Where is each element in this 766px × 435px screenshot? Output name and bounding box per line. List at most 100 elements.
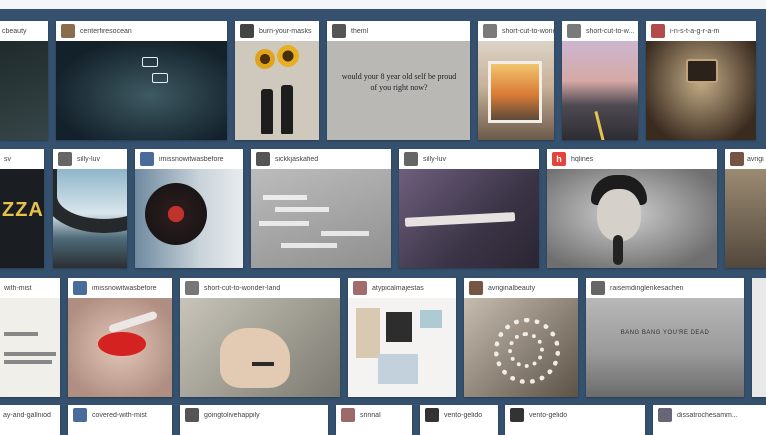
user-avatar[interactable]: [567, 24, 581, 38]
post-card[interactable]: silly-luv: [399, 149, 539, 268]
user-avatar[interactable]: [469, 281, 483, 295]
user-avatar[interactable]: [730, 152, 744, 166]
user-avatar[interactable]: [353, 281, 367, 295]
post-card[interactable]: covered-with-mist: [68, 405, 172, 435]
post-image[interactable]: [0, 298, 60, 397]
user-avatar[interactable]: [240, 24, 254, 38]
post-image[interactable]: ZZA: [0, 169, 44, 268]
post-image[interactable]: [180, 298, 340, 397]
post-username[interactable]: with-mist: [4, 285, 32, 292]
user-avatar[interactable]: [73, 281, 87, 295]
post-card[interactable]: avrigi: [725, 149, 766, 268]
post-image[interactable]: [752, 278, 766, 397]
post-username[interactable]: centerfiresocean: [80, 28, 132, 35]
post-card[interactable]: short-cut-to-w...: [562, 21, 638, 140]
post-card[interactable]: sv ZZA: [0, 149, 44, 268]
post-username[interactable]: avrigi: [747, 156, 764, 163]
user-avatar[interactable]: [332, 24, 346, 38]
post-image[interactable]: [251, 169, 391, 268]
user-avatar[interactable]: [73, 408, 87, 422]
user-avatar[interactable]: [651, 24, 665, 38]
user-avatar[interactable]: [185, 408, 199, 422]
user-avatar[interactable]: [58, 152, 72, 166]
post-username[interactable]: atypicalmajestas: [372, 285, 424, 292]
post-username[interactable]: vento-gelido: [444, 412, 482, 419]
post-username[interactable]: dissatrochesamm...: [677, 412, 738, 419]
post-username[interactable]: short-cut-to-wonder: [502, 28, 554, 35]
post-card[interactable]: silly-luv: [53, 149, 127, 268]
post-username[interactable]: imissnowitwasbefore: [159, 156, 224, 163]
post-username[interactable]: vento-gelido: [529, 412, 567, 419]
user-avatar[interactable]: [425, 408, 439, 422]
user-avatar[interactable]: [185, 281, 199, 295]
post-username[interactable]: short-cut-to-w...: [586, 28, 634, 35]
user-avatar[interactable]: [591, 281, 605, 295]
post-card[interactable]: goingtolivehappily: [180, 405, 328, 435]
post-username[interactable]: silly-luv: [77, 156, 100, 163]
post-image[interactable]: [399, 169, 539, 268]
post-card[interactable]: short-cut-to-wonder: [478, 21, 554, 140]
post-card[interactable]: avriginalbeauty: [464, 278, 578, 397]
post-card[interactable]: i-n-s-t-a-g-r-a-m: [646, 21, 756, 140]
post-card[interactable]: imissnowitwasbefore: [68, 278, 172, 397]
user-avatar[interactable]: [140, 152, 154, 166]
post-card[interactable]: with-mist: [0, 278, 60, 397]
post-username[interactable]: silly-luv: [423, 156, 446, 163]
post-username[interactable]: sickkjaskafied: [275, 156, 318, 163]
user-avatar[interactable]: [341, 408, 355, 422]
post-username[interactable]: avriginalbeauty: [488, 285, 535, 292]
post-image[interactable]: [0, 41, 48, 140]
post-card[interactable]: atypicalmajestas: [348, 278, 456, 397]
post-username[interactable]: theml: [351, 28, 368, 35]
post-image[interactable]: [646, 41, 756, 140]
post-image[interactable]: [56, 41, 227, 140]
post-username[interactable]: short-cut-to-wonder-land: [204, 285, 280, 292]
user-avatar[interactable]: h: [552, 152, 566, 166]
post-card[interactable]: cbeauty: [0, 21, 48, 140]
post-username[interactable]: i-n-s-t-a-g-r-a-m: [670, 28, 719, 35]
post-username[interactable]: raisemdinglenkesachen: [610, 285, 684, 292]
post-image[interactable]: [562, 41, 638, 140]
post-image[interactable]: [464, 298, 578, 397]
post-image[interactable]: would your 8 year old self be proud of y…: [327, 41, 470, 140]
post-image[interactable]: [68, 298, 172, 397]
post-username[interactable]: burn-your-masks: [259, 28, 312, 35]
post-image[interactable]: [348, 298, 456, 397]
post-card[interactable]: vento-gelido: [420, 405, 498, 435]
user-avatar[interactable]: [510, 408, 524, 422]
post-image[interactable]: [478, 41, 554, 140]
post-card[interactable]: sickkjaskafied: [251, 149, 391, 268]
user-avatar[interactable]: [256, 152, 270, 166]
user-avatar[interactable]: [404, 152, 418, 166]
post-card[interactable]: dissatrochesamm...: [653, 405, 766, 435]
post-card[interactable]: [752, 278, 766, 397]
post-username[interactable]: ay-and-gallniod: [3, 412, 51, 419]
post-card[interactable]: centerfiresocean: [56, 21, 227, 140]
post-card[interactable]: vento-gelido: [505, 405, 645, 435]
user-avatar[interactable]: [658, 408, 672, 422]
post-username[interactable]: sv: [4, 156, 11, 163]
post-image[interactable]: [53, 169, 127, 268]
post-card[interactable]: ay-and-gallniod: [0, 405, 60, 435]
post-card[interactable]: raisemdinglenkesachen BANG BANG YOU'RE D…: [586, 278, 744, 397]
user-avatar[interactable]: [483, 24, 497, 38]
post-card[interactable]: imissnowitwasbefore: [135, 149, 243, 268]
post-username[interactable]: cbeauty: [2, 28, 27, 35]
post-card[interactable]: theml would your 8 year old self be prou…: [327, 21, 470, 140]
post-username[interactable]: covered-with-mist: [92, 412, 147, 419]
post-image[interactable]: [547, 169, 717, 268]
user-avatar[interactable]: [61, 24, 75, 38]
post-image[interactable]: [235, 41, 319, 140]
post-username[interactable]: imissnowitwasbefore: [92, 285, 157, 292]
post-username[interactable]: goingtolivehappily: [204, 412, 260, 419]
post-card[interactable]: burn-your-masks: [235, 21, 319, 140]
text-line: [4, 352, 56, 356]
post-image[interactable]: [725, 169, 766, 268]
post-card[interactable]: h hqlines: [547, 149, 717, 268]
post-username[interactable]: srinnal: [360, 412, 381, 419]
post-card[interactable]: short-cut-to-wonder-land: [180, 278, 340, 397]
post-image[interactable]: BANG BANG YOU'RE DEAD: [586, 298, 744, 397]
post-image[interactable]: [135, 169, 243, 268]
post-card[interactable]: srinnal: [336, 405, 412, 435]
post-username[interactable]: hqlines: [571, 156, 593, 163]
